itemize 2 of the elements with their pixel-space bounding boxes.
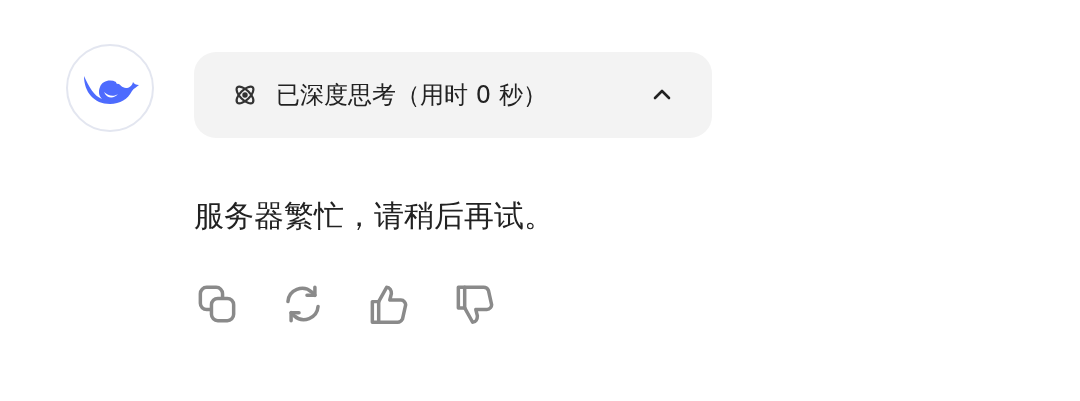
thinking-toggle[interactable]: 已深度思考（用时 0 秒）: [194, 52, 712, 138]
message-text: 服务器繁忙，请稍后再试。: [194, 197, 554, 235]
